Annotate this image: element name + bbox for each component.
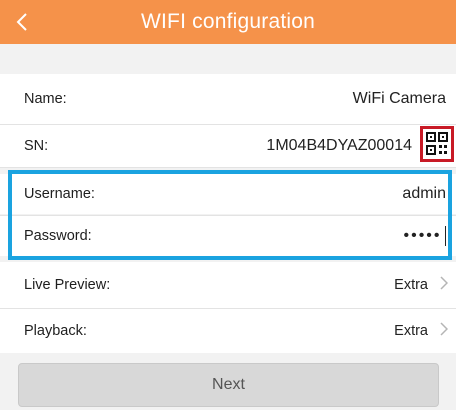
password-label: Password: bbox=[24, 228, 92, 244]
sn-row: SN: 1M04B4DYAZ00014 bbox=[0, 125, 456, 167]
playback-value: Extra bbox=[394, 323, 428, 339]
text-caret bbox=[444, 226, 446, 246]
username-input[interactable]: admin bbox=[402, 185, 446, 203]
sn-value: 1M04B4DYAZ00014 bbox=[266, 137, 412, 154]
live-preview-label: Live Preview: bbox=[24, 277, 111, 293]
divider bbox=[0, 167, 456, 168]
password-input[interactable]: ••••• bbox=[403, 226, 446, 246]
live-preview-row[interactable]: Live Preview: Extra bbox=[0, 262, 456, 308]
playback-label: Playback: bbox=[24, 323, 87, 339]
chevron-right-icon bbox=[440, 321, 449, 341]
username-row: Username: admin bbox=[0, 174, 456, 214]
password-dots: ••••• bbox=[403, 227, 442, 244]
playback-row[interactable]: Playback: Extra bbox=[0, 309, 456, 353]
live-preview-value: Extra bbox=[394, 277, 428, 293]
name-value[interactable]: WiFi Camera bbox=[353, 90, 446, 108]
header-bar: WIFI configuration bbox=[0, 0, 456, 44]
sn-label: SN: bbox=[24, 138, 49, 154]
back-button[interactable] bbox=[16, 0, 46, 44]
chevron-left-icon bbox=[16, 13, 27, 31]
password-row: Password: ••••• bbox=[0, 216, 456, 256]
qr-code-icon bbox=[426, 132, 448, 155]
name-label: Name: bbox=[24, 91, 67, 107]
name-row: Name: WiFi Camera bbox=[0, 74, 456, 124]
username-label: Username: bbox=[24, 186, 95, 202]
page-title: WIFI configuration bbox=[141, 10, 315, 33]
next-button[interactable]: Next bbox=[18, 363, 439, 407]
chevron-right-icon bbox=[440, 275, 449, 295]
qr-scan-button[interactable] bbox=[420, 126, 454, 162]
